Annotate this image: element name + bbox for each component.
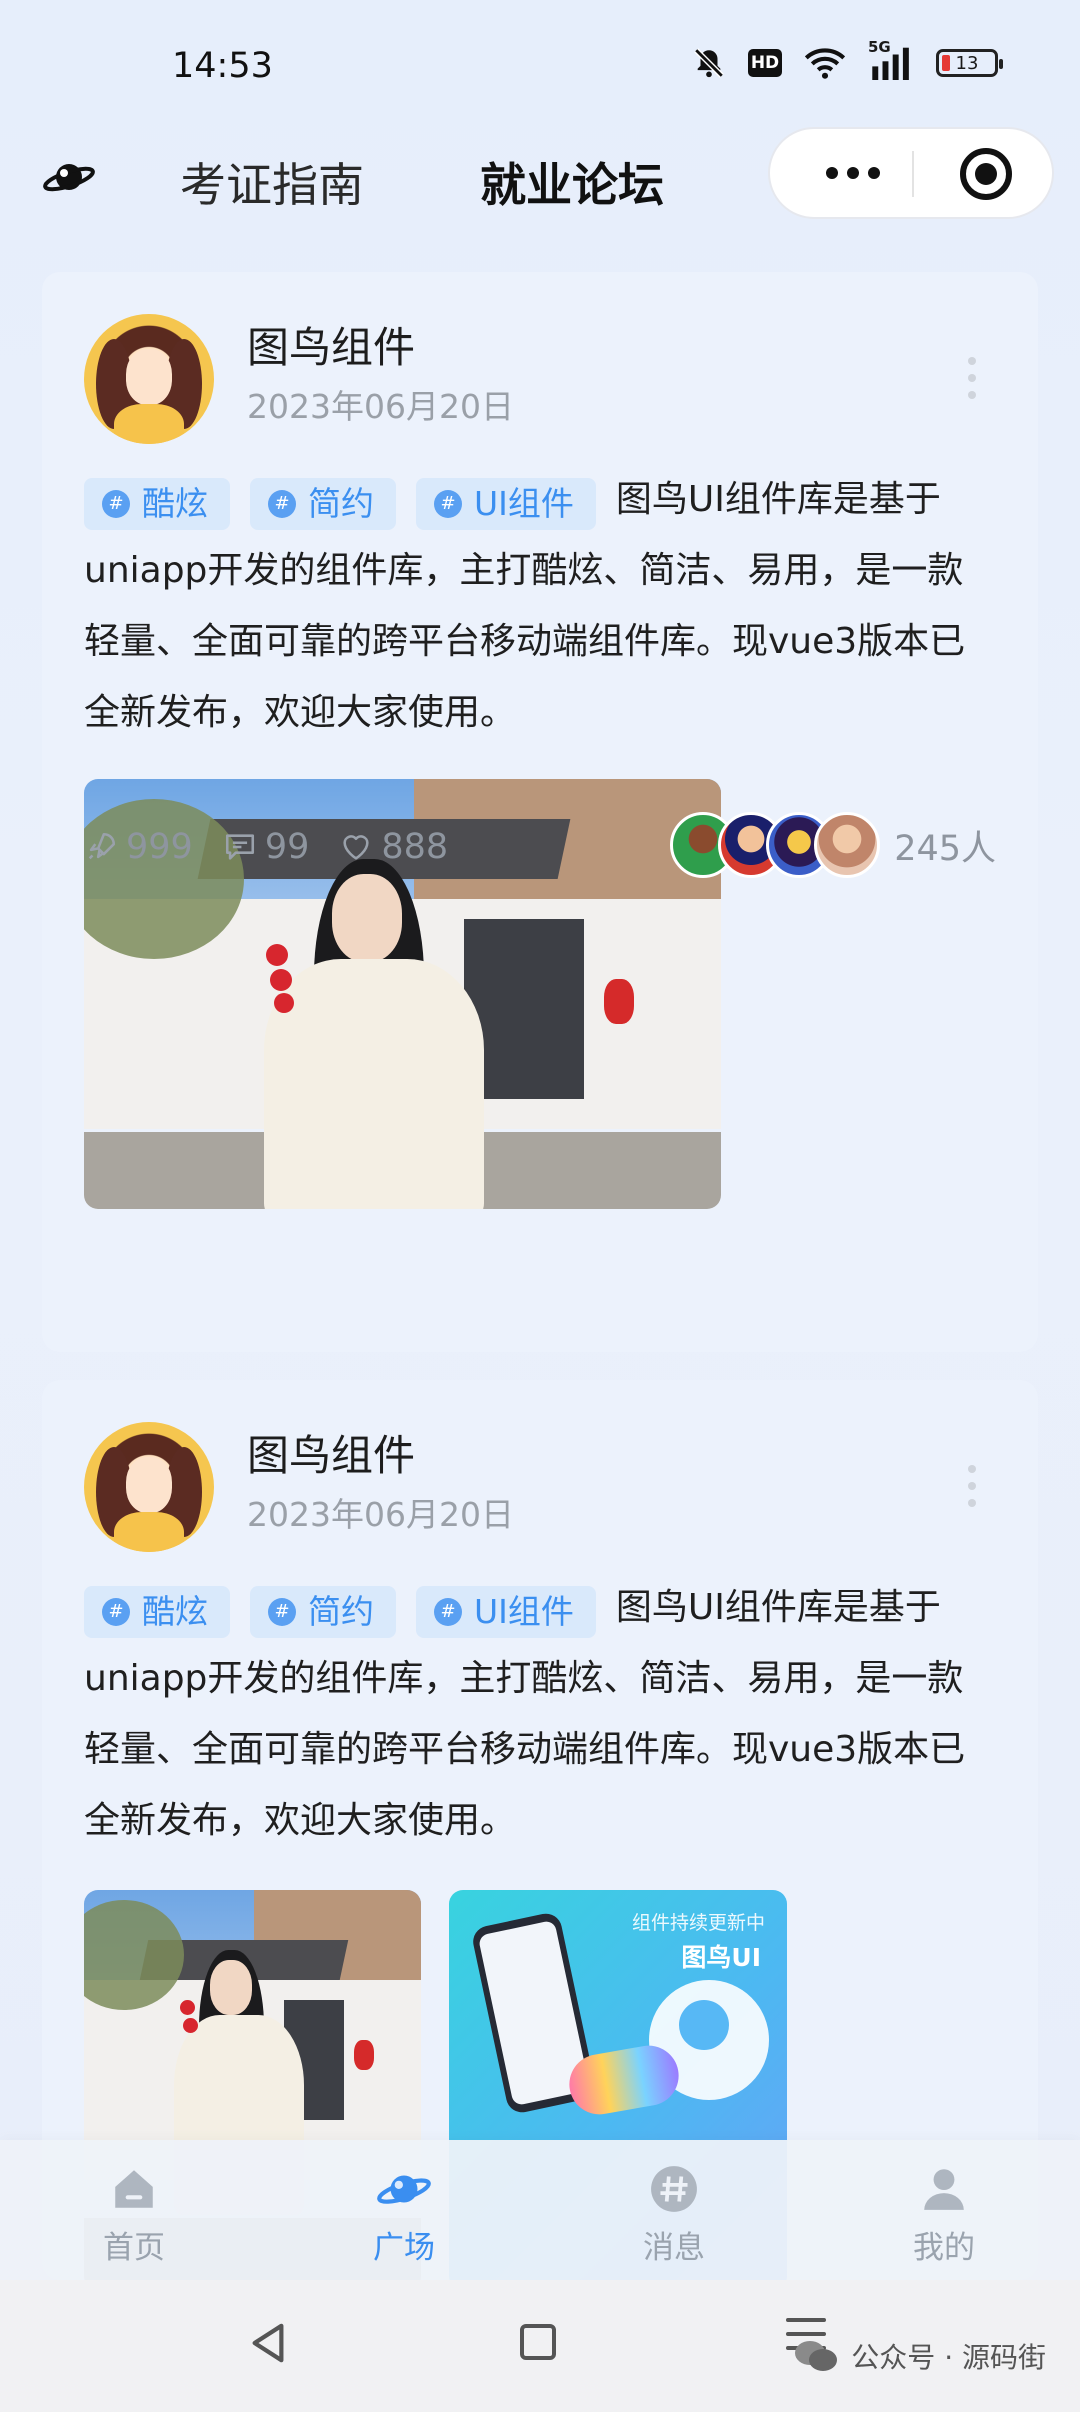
- participants[interactable]: 245人: [670, 812, 996, 878]
- post-stats: 999 99 888: [84, 827, 478, 867]
- miniprogram-capsule: [768, 127, 1054, 219]
- hashtag-icon: [651, 2166, 697, 2212]
- system-nav-bar: 公众号 · 源码街: [0, 2280, 1080, 2412]
- views-stat[interactable]: 999: [84, 827, 193, 867]
- close-target-icon[interactable]: [960, 148, 1012, 200]
- status-time: 14:53: [172, 46, 273, 86]
- planet-icon[interactable]: [42, 155, 96, 203]
- post-date: 2023年06月20日: [247, 387, 514, 426]
- tag-ui-component[interactable]: # UI组件: [416, 1586, 596, 1638]
- signal-icon: 5G: [868, 38, 914, 80]
- tab-me[interactable]: 我的: [884, 2164, 1004, 2267]
- tag-ui-component[interactable]: # UI组件: [416, 478, 596, 530]
- tab-messages[interactable]: 消息: [614, 2164, 734, 2267]
- battery-icon: 13: [936, 49, 1003, 77]
- watermark: 公众号 · 源码街: [795, 2336, 1046, 2376]
- comment-icon: [225, 834, 254, 860]
- bottom-tab-bar: 首页 广场 消息 我的: [0, 2140, 1080, 2280]
- avatar[interactable]: [84, 1422, 214, 1552]
- promo-title: 图鸟UI: [681, 1943, 761, 1972]
- hd-icon: HD: [748, 49, 782, 77]
- bell-off-icon: [692, 46, 726, 80]
- more-icon[interactable]: [808, 153, 898, 193]
- hashtag-icon: #: [102, 490, 130, 518]
- capsule-divider: [912, 151, 914, 197]
- hashtag-icon: #: [102, 1598, 130, 1626]
- post-menu-icon[interactable]: [968, 1465, 976, 1507]
- participant-count: 245人: [894, 828, 996, 869]
- wifi-icon: [804, 46, 846, 80]
- tab-job-forum[interactable]: 就业论坛: [480, 149, 664, 215]
- wechat-icon: [795, 2339, 839, 2373]
- heart-icon: [343, 835, 369, 860]
- post-card[interactable]: 图鸟组件 2023年06月20日 # 酷炫 # 简约 # UI组件 图鸟UI组件库是基于un…: [42, 272, 1038, 1352]
- home-icon: [115, 2170, 153, 2208]
- post-content: # 酷炫 # 简约 # UI组件 图鸟UI组件库是基于uniapp开发的组件库，主打酷炫、简…: [84, 1572, 998, 1856]
- home-square-icon[interactable]: [520, 2324, 556, 2360]
- rocket-icon: [88, 832, 116, 860]
- avatar[interactable]: [84, 314, 214, 444]
- back-icon[interactable]: [248, 2322, 288, 2368]
- hashtag-icon: #: [268, 1598, 296, 1626]
- promo-subtitle: 组件持续更新中: [631, 1912, 765, 1934]
- comments-stat[interactable]: 99: [223, 827, 309, 867]
- likes-stat[interactable]: 888: [339, 827, 448, 867]
- status-icons: HD 5G 13: [692, 38, 1003, 80]
- user-icon: [924, 2169, 964, 2210]
- tag-cool[interactable]: # 酷炫: [84, 478, 230, 530]
- tab-home[interactable]: 首页: [74, 2164, 194, 2267]
- participant-avatar: [814, 812, 881, 878]
- post-date: 2023年06月20日: [247, 1495, 514, 1534]
- hashtag-icon: #: [268, 490, 296, 518]
- status-bar: 14:53 HD 5G 13: [0, 0, 1080, 130]
- tab-square[interactable]: 广场: [344, 2164, 464, 2267]
- battery-level: 13: [955, 52, 979, 74]
- post-author[interactable]: 图鸟组件: [247, 1422, 415, 1483]
- tab-exam-guide[interactable]: 考证指南: [180, 149, 364, 215]
- top-nav: 考证指南 就业论坛: [0, 125, 1080, 225]
- post-menu-icon[interactable]: [968, 357, 976, 399]
- hashtag-icon: #: [434, 1598, 462, 1626]
- tag-cool[interactable]: # 酷炫: [84, 1586, 230, 1638]
- post-content: # 酷炫 # 简约 # UI组件 图鸟UI组件库是基于uniapp开发的组件库，主打酷炫、简…: [84, 464, 998, 748]
- hashtag-icon: #: [434, 490, 462, 518]
- network-type: 5G: [868, 38, 891, 56]
- post-author[interactable]: 图鸟组件: [247, 314, 415, 375]
- tag-simple[interactable]: # 简约: [250, 478, 396, 530]
- planet-icon: [377, 2175, 431, 2204]
- tag-simple[interactable]: # 简约: [250, 1586, 396, 1638]
